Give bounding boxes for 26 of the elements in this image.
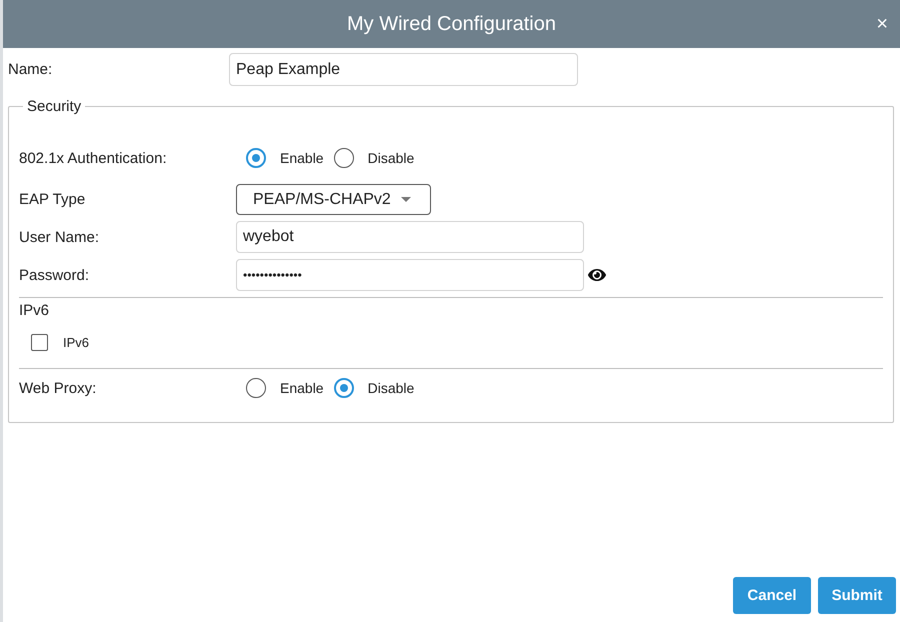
radio-button[interactable] xyxy=(334,378,354,398)
checkbox-label[interactable]: IPv6 xyxy=(63,334,90,350)
field-label: Password: xyxy=(19,266,90,284)
radio-button[interactable] xyxy=(246,148,266,168)
checkbox[interactable] xyxy=(31,334,48,350)
dialog-title: My Wired Configuration xyxy=(347,12,556,36)
radio-option-label[interactable]: Disable xyxy=(368,380,414,396)
caret-icon xyxy=(400,197,411,202)
eye-icon[interactable] xyxy=(588,266,606,284)
close-button[interactable]: × xyxy=(876,14,888,34)
radio-button[interactable] xyxy=(246,378,266,398)
radio-button[interactable] xyxy=(334,148,354,168)
section-heading: IPv6 xyxy=(19,302,50,320)
field-label: User Name: xyxy=(19,228,100,246)
fieldset-legend: Security xyxy=(23,98,86,115)
radio-option-label[interactable]: Enable xyxy=(280,150,324,166)
eap-type-dropdown[interactable]: PEAP/MS-CHAPv2 xyxy=(236,184,431,215)
password-input[interactable]: •••••••••••••• xyxy=(236,259,584,291)
radio-option-label[interactable]: Disable xyxy=(368,150,414,166)
field-label: Web Proxy: xyxy=(19,380,98,396)
field-label: 802.1x Authentication: xyxy=(19,150,168,166)
field-label: EAP Type xyxy=(19,191,86,208)
field-label: Name: xyxy=(8,61,54,78)
user-name-input[interactable]: wyebot xyxy=(236,221,584,253)
name-input[interactable]: Peap Example xyxy=(229,53,578,86)
radio-option-label[interactable]: Enable xyxy=(280,380,324,396)
